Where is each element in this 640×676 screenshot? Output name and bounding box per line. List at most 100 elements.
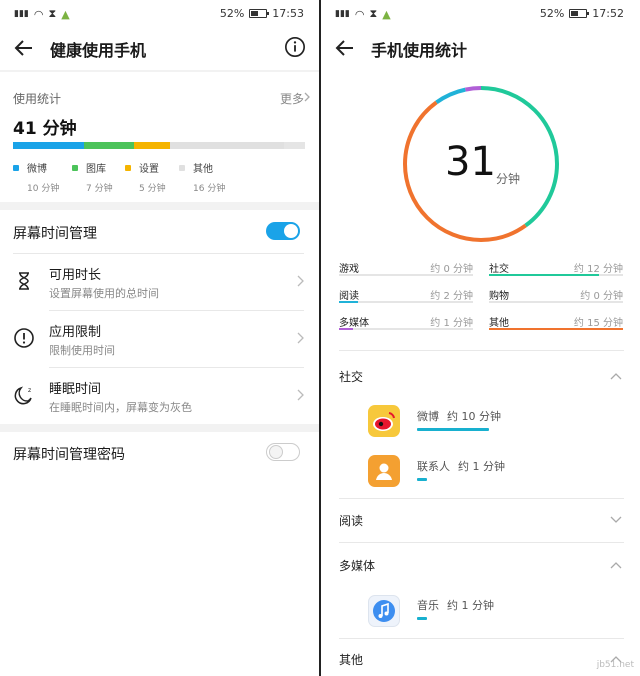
category-name: 购物 — [489, 291, 509, 302]
app-name: 微博 — [417, 410, 439, 423]
svg-text:z: z — [28, 387, 31, 394]
screen-time-label: 屏幕时间管理 — [13, 226, 97, 242]
android-icon: ▲ — [382, 7, 391, 21]
ring-total-number: 31 — [445, 139, 496, 185]
legend-value: 10 分钟 — [27, 184, 60, 194]
category-name: 社交 — [489, 264, 509, 275]
app-usage-bar — [417, 428, 489, 431]
category-track — [489, 301, 623, 303]
right-screen: ▮▮▮ ◠ ⧗ ▲ 52% 17:52 手机使用统计 31 分钟 游戏约 0 分… — [321, 0, 640, 676]
password-toggle[interactable] — [266, 443, 300, 461]
item-subtitle: 设置屏幕使用的总时间 — [49, 287, 159, 300]
chevron-down-icon[interactable] — [610, 516, 622, 524]
category-track — [339, 301, 473, 303]
left-screen: ▮▮▮ ◠ ⧗ ▲ 52% 17:53 健康使用手机 使用统计 更多 41 分钟 — [0, 0, 320, 676]
available-time-item[interactable]: 可用时长 设置屏幕使用的总时间 — [0, 254, 320, 310]
category-name: 阅读 — [339, 291, 359, 302]
category-track — [489, 328, 623, 330]
chevron-right-icon — [304, 92, 310, 102]
category-item: 游戏 约 0 分钟 — [339, 258, 473, 282]
weibo-app-icon — [368, 405, 400, 437]
back-arrow-icon[interactable] — [333, 36, 357, 60]
section-other[interactable]: 其他 — [339, 651, 363, 668]
category-value: 约 0 分钟 — [430, 264, 473, 275]
divider — [339, 498, 624, 499]
item-title: 睡眠时间 — [49, 382, 102, 397]
category-track — [339, 328, 473, 330]
chevron-right-icon — [297, 275, 304, 287]
legend-value: 16 分钟 — [193, 184, 226, 194]
legend-name: 图库 — [86, 164, 106, 175]
hourglass-icon: ⧗ — [48, 7, 57, 20]
legend-value: 5 分钟 — [139, 184, 166, 194]
legend-name: 其他 — [193, 164, 213, 175]
usage-bar — [13, 142, 305, 149]
moon-icon: z — [14, 386, 32, 405]
app-usage-value: 约 1 分钟 — [458, 460, 505, 473]
usage-bar-segment — [84, 142, 135, 149]
chevron-up-icon[interactable] — [610, 561, 622, 569]
hourglass-icon — [19, 272, 29, 290]
legend-name: 微博 — [27, 164, 47, 175]
wifi-icon: ◠ — [33, 7, 44, 21]
watermark: jb51.net — [596, 660, 634, 670]
legend-swatch — [13, 165, 19, 171]
item-subtitle: 在睡眠时间内，屏幕变为灰色 — [49, 401, 192, 414]
battery-icon — [569, 9, 590, 18]
music-app-icon — [368, 595, 400, 627]
page-title: 手机使用统计 — [371, 41, 468, 60]
chevron-right-icon — [297, 389, 304, 401]
battery-percent: 52% — [539, 7, 565, 20]
legend-swatch — [72, 165, 78, 171]
usage-bar-segment — [134, 142, 170, 149]
info-icon[interactable] — [284, 36, 306, 58]
clock: 17:52 — [592, 7, 624, 20]
usage-total: 41 分钟 — [13, 119, 77, 139]
category-item: 多媒体 约 1 分钟 — [339, 312, 473, 336]
legend-swatch — [179, 165, 185, 171]
chevron-right-icon — [297, 332, 304, 344]
screen-time-toggle[interactable] — [266, 222, 300, 240]
sleep-time-item[interactable]: z 睡眠时间 在睡眠时间内，屏幕变为灰色 — [0, 368, 320, 424]
category-item: 社交 约 12 分钟 — [489, 258, 623, 282]
category-fill — [489, 328, 623, 330]
contacts-app-icon — [368, 455, 400, 487]
legend-name: 设置 — [139, 164, 159, 175]
item-title: 可用时长 — [49, 268, 102, 283]
android-icon: ▲ — [61, 7, 70, 21]
more-link[interactable]: 更多 — [280, 90, 304, 107]
divider — [339, 638, 624, 639]
section-gap — [0, 424, 320, 432]
chevron-up-icon[interactable] — [610, 372, 622, 380]
app-usage-value: 约 10 分钟 — [447, 410, 501, 423]
section-media[interactable]: 多媒体 — [339, 557, 375, 574]
back-arrow-icon[interactable] — [12, 36, 36, 60]
usage-bar-segment — [13, 142, 85, 149]
page-title: 健康使用手机 — [50, 41, 147, 60]
category-name: 多媒体 — [339, 318, 369, 329]
category-track — [339, 274, 473, 276]
section-reading[interactable]: 阅读 — [339, 512, 363, 529]
divider — [339, 350, 624, 351]
category-item: 阅读 约 2 分钟 — [339, 285, 473, 309]
legend-swatch — [125, 165, 131, 171]
category-value: 约 15 分钟 — [573, 318, 623, 329]
usage-bar-segment — [169, 142, 284, 149]
header: 健康使用手机 — [0, 28, 320, 70]
header: 手机使用统计 — [321, 28, 640, 70]
category-fill — [339, 301, 358, 303]
category-value: 约 2 分钟 — [430, 291, 473, 302]
category-value: 约 12 分钟 — [573, 264, 623, 275]
usage-stats-card[interactable]: 使用统计 更多 41 分钟 微博 10 分钟 图库 7 分钟 设置 5 分钟 其他 16 分钟 — [0, 72, 320, 202]
divider — [339, 542, 624, 543]
ring-total-unit: 分钟 — [496, 172, 521, 186]
section-social[interactable]: 社交 — [339, 368, 363, 385]
app-limit-item[interactable]: 应用限制 限制使用时间 — [0, 311, 320, 367]
password-label: 屏幕时间管理密码 — [13, 447, 125, 463]
app-usage-bar — [417, 617, 428, 620]
wifi-icon: ◠ — [354, 7, 365, 21]
legend-item: 其他 16 分钟 — [179, 160, 225, 194]
battery-icon — [249, 9, 270, 18]
legend-item: 图库 7 分钟 — [72, 160, 113, 194]
app-name: 音乐 — [417, 599, 439, 612]
